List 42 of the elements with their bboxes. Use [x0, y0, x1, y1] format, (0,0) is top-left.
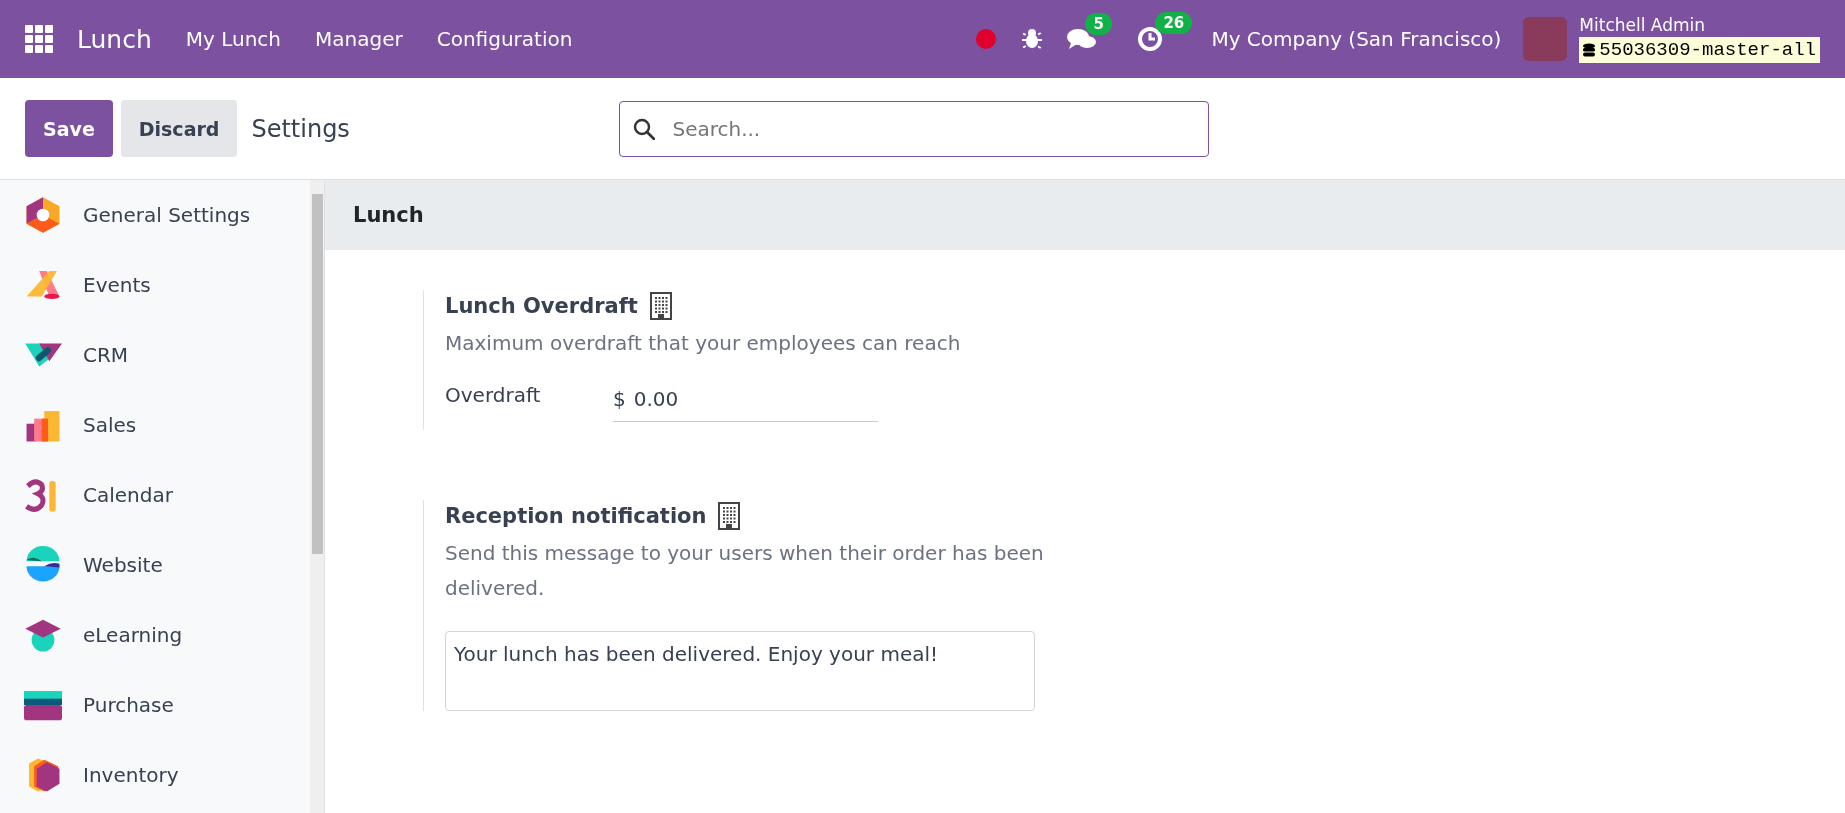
activity-count-badge: 26 — [1155, 12, 1193, 34]
database-label: 55036309-master-all — [1579, 37, 1820, 63]
sidebar-item[interactable]: Events — [0, 250, 310, 320]
bug-icon[interactable] — [1021, 28, 1044, 50]
chat-icon[interactable] — [1067, 27, 1098, 51]
app-menu-icon[interactable] — [25, 25, 53, 53]
discard-button[interactable]: Discard — [120, 100, 238, 157]
setting-title: Reception notification — [445, 504, 707, 528]
search-icon — [633, 117, 656, 140]
menu-item[interactable]: Manager — [315, 27, 403, 51]
menu-item[interactable]: Configuration — [436, 27, 573, 51]
section-header: Lunch — [325, 180, 1845, 250]
menu-item[interactable]: My Lunch — [185, 27, 282, 51]
sidebar-item[interactable]: eLearning — [0, 600, 310, 670]
setting-title: Lunch Overdraft — [445, 294, 638, 318]
website-logo-icon — [24, 546, 62, 584]
sidebar-item[interactable]: Sales — [0, 390, 310, 460]
company-switcher[interactable]: My Company (San Francisco) — [1211, 27, 1502, 51]
sidebar-item[interactable]: Inventory — [0, 740, 310, 810]
database-icon — [1583, 43, 1596, 57]
settings-logo-icon — [24, 196, 62, 234]
clock-icon[interactable] — [1137, 26, 1164, 52]
message-count-badge: 5 — [1085, 13, 1112, 35]
save-button[interactable]: Save — [25, 100, 113, 157]
sidebar-item[interactable]: Calendar — [0, 460, 310, 530]
field-label: Overdraft — [445, 383, 542, 407]
setting-description: Send this message to your users when their order has been delivered. — [445, 540, 1045, 602]
setting-description: Maximum overdraft that your employees can reach — [445, 330, 962, 357]
sidebar-item[interactable]: CRM — [0, 320, 310, 390]
app-name[interactable]: Lunch — [77, 24, 152, 54]
sidebar-item[interactable]: Website — [0, 530, 310, 600]
overdraft-field[interactable]: $ 0.00 — [613, 383, 878, 422]
message-textarea[interactable]: Your lunch has been delivered. Enjoy your meal! — [445, 631, 1035, 711]
search-field[interactable]: Search... — [619, 100, 1210, 157]
building-icon — [718, 502, 741, 530]
sidebar-item[interactable]: Purchase — [0, 670, 310, 740]
breadcrumb: Settings — [251, 114, 351, 143]
user-name[interactable]: Mitchell Admin — [1579, 15, 1820, 35]
scrollbar[interactable] — [310, 180, 325, 813]
currency-symbol: $ — [613, 387, 626, 411]
sidebar-item[interactable]: General Settings — [0, 180, 310, 250]
building-icon — [649, 292, 672, 320]
